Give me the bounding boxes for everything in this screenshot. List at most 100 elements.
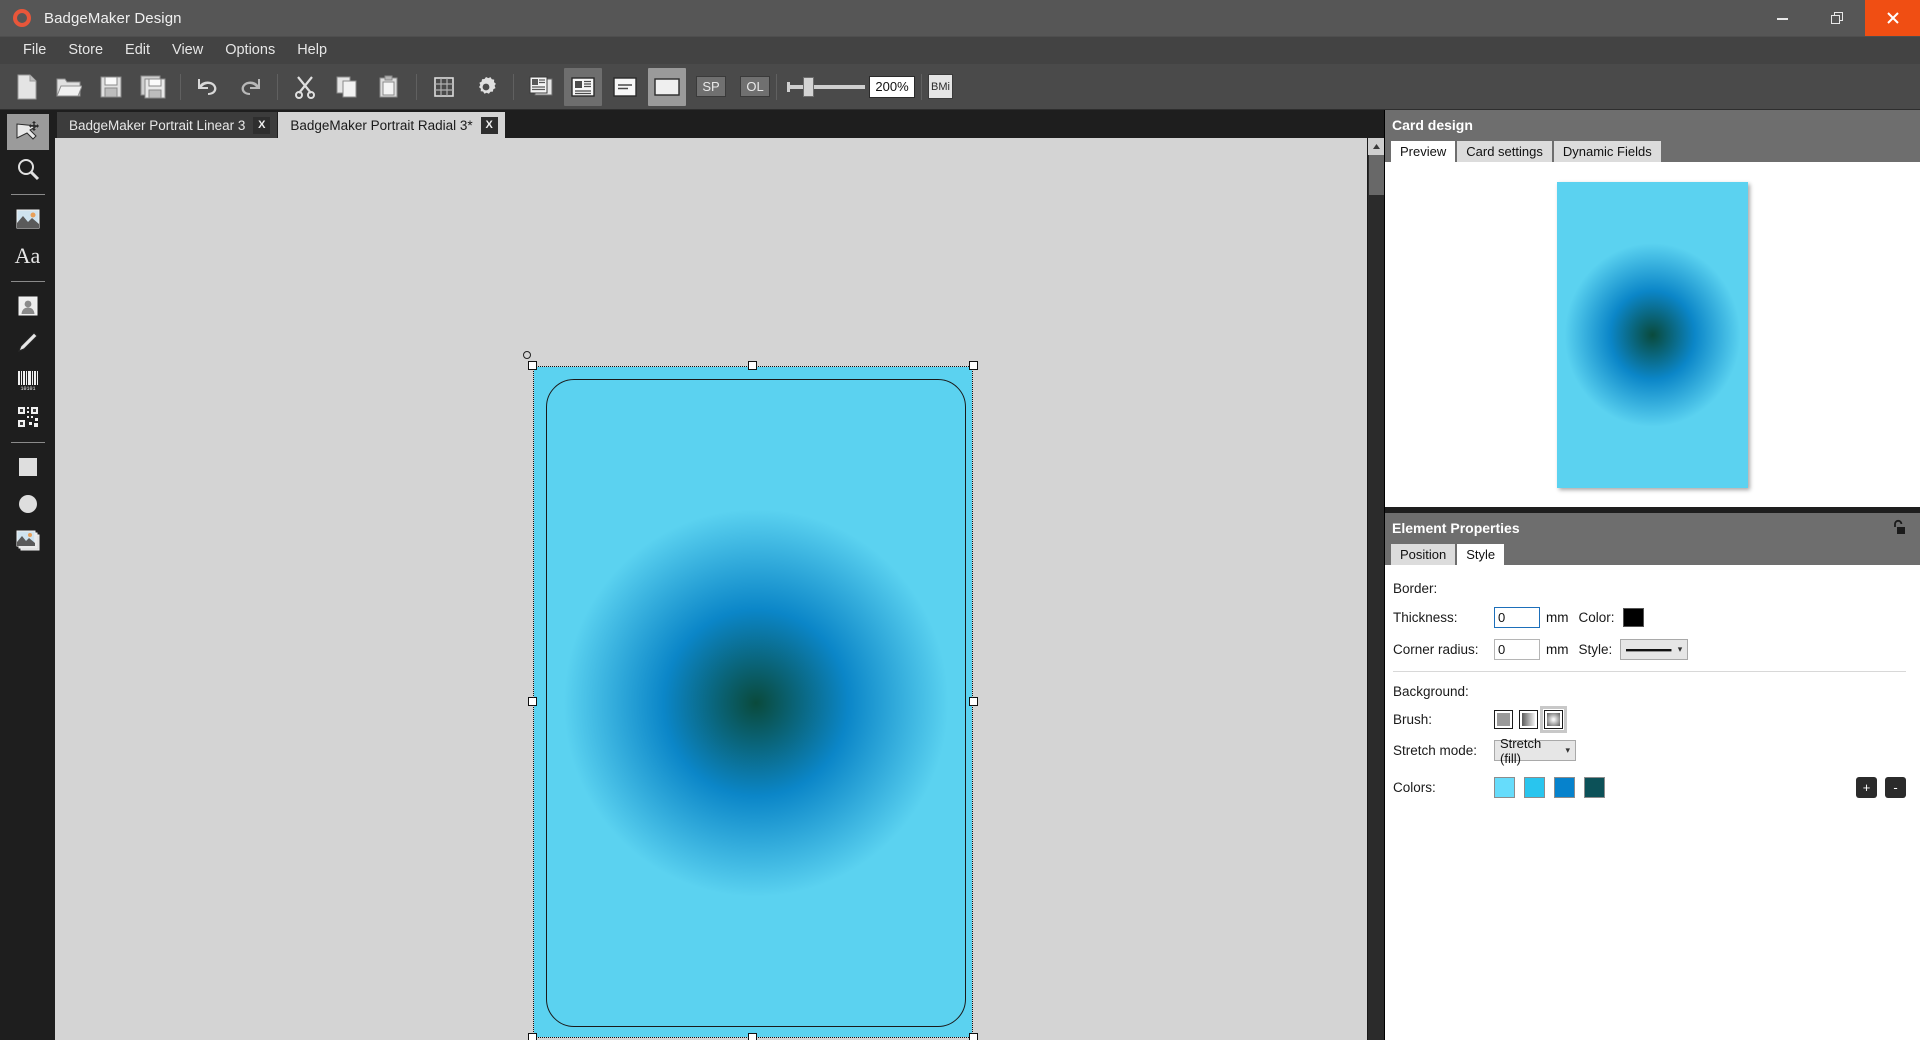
document-tab-linear[interactable]: BadgeMaker Portrait Linear 3 X (57, 112, 278, 138)
linear-gradient-brush-button[interactable] (1519, 710, 1538, 729)
redo-icon[interactable] (231, 68, 269, 106)
card-face[interactable] (546, 379, 966, 1027)
undo-icon[interactable] (189, 68, 227, 106)
color-swatch-4[interactable] (1584, 777, 1605, 798)
card-preview-thumbnail[interactable] (1557, 181, 1748, 488)
text-tool[interactable]: Aa (7, 238, 49, 274)
toolbar-separator (513, 73, 514, 100)
document-tab-radial[interactable]: BadgeMaker Portrait Radial 3* X (278, 112, 505, 138)
blank-card-icon[interactable] (648, 67, 686, 106)
paste-icon[interactable] (370, 68, 408, 106)
unlock-icon[interactable] (1890, 518, 1908, 539)
new-document-icon[interactable] (8, 68, 46, 106)
cut-scissors-icon[interactable] (286, 68, 324, 106)
brush-row: Brush: (1393, 706, 1920, 733)
tab-label: BadgeMaker Portrait Linear 3 (69, 117, 246, 133)
tab-close-icon[interactable]: X (480, 116, 498, 134)
select-move-tool[interactable] (6, 114, 49, 150)
thickness-input[interactable]: 0 (1494, 607, 1540, 628)
background-section-label: Background: (1393, 684, 1469, 699)
tool-rail-divider (10, 442, 45, 443)
line-style-label: Style: (1578, 642, 1613, 657)
sp-button[interactable]: SP (696, 76, 726, 97)
menu-item-store[interactable]: Store (57, 39, 114, 62)
front-back-icon[interactable] (522, 68, 560, 106)
resize-handle-nw[interactable] (528, 361, 537, 370)
solid-brush-icon (1497, 713, 1510, 726)
stretch-mode-row: Stretch mode: Stretch (fill) ▾ (1393, 736, 1920, 766)
tab-dynamic-fields[interactable]: Dynamic Fields (1553, 141, 1661, 162)
zoom-value-field[interactable]: 200% (869, 75, 915, 98)
menu-item-file[interactable]: File (12, 39, 57, 62)
save-all-icon[interactable] (134, 68, 172, 106)
toolbar-separator (180, 73, 181, 100)
color-swatch-1[interactable] (1494, 777, 1515, 798)
rectangle-tool[interactable] (7, 449, 49, 485)
restore-icon[interactable] (1810, 0, 1865, 36)
grid-icon[interactable] (425, 68, 463, 106)
resize-handle-se[interactable] (969, 1033, 978, 1040)
corner-radius-input[interactable]: 0 (1494, 639, 1540, 660)
add-color-button[interactable]: + (1856, 777, 1877, 798)
barcode-tool[interactable]: 10101 (7, 362, 49, 398)
resize-handle-n[interactable] (748, 361, 757, 370)
solid-line-icon (1626, 648, 1672, 651)
signature-tool[interactable] (7, 325, 49, 361)
close-icon[interactable] (1865, 0, 1920, 36)
line-style-select[interactable]: ▾ (1620, 639, 1689, 660)
thickness-unit: mm (1546, 610, 1569, 625)
resize-handle-w[interactable] (528, 697, 537, 706)
tab-preview[interactable]: Preview (1391, 141, 1456, 162)
menu-item-options[interactable]: Options (214, 39, 286, 62)
tab-style[interactable]: Style (1457, 544, 1505, 565)
rotate-handle[interactable] (523, 351, 531, 359)
design-canvas[interactable] (55, 138, 1367, 1040)
tab-close-icon[interactable]: X (253, 116, 271, 134)
menu-item-view[interactable]: View (161, 39, 214, 62)
resize-handle-ne[interactable] (969, 361, 978, 370)
copy-icon[interactable] (328, 68, 366, 106)
card-back-icon[interactable] (606, 68, 644, 106)
zoom-tool[interactable] (7, 151, 49, 187)
color-swatch-2[interactable] (1524, 777, 1545, 798)
stretch-mode-select[interactable]: Stretch (fill) ▾ (1494, 736, 1576, 766)
tab-position[interactable]: Position (1391, 544, 1456, 565)
save-icon[interactable] (92, 68, 130, 106)
tab-card-settings[interactable]: Card settings (1457, 141, 1552, 162)
radial-gradient-brush-button[interactable] (1540, 706, 1567, 733)
radial-gradient-brush-icon (1547, 713, 1560, 726)
zoom-slider[interactable] (787, 72, 865, 102)
minimize-icon[interactable] (1755, 0, 1810, 36)
resize-handle-sw[interactable] (528, 1033, 537, 1040)
stack-tool[interactable] (7, 523, 49, 559)
card-front-icon[interactable] (564, 67, 602, 106)
corner-radius-unit: mm (1546, 642, 1569, 657)
bmi-button[interactable]: BMi (928, 74, 953, 99)
vertical-scroll-thumb[interactable] (1368, 155, 1384, 195)
border-color-swatch[interactable] (1622, 608, 1644, 627)
toolbar-separator (921, 73, 922, 100)
corner-radius-row: Corner radius: 0 mm Style: ▾ (1393, 639, 1920, 660)
corner-radius-label: Corner radius: (1393, 642, 1479, 657)
menu-item-help[interactable]: Help (286, 39, 338, 62)
remove-color-button[interactable]: - (1885, 777, 1906, 798)
resize-handle-s[interactable] (748, 1033, 757, 1040)
thickness-row: Thickness: 0 mm Color: (1393, 607, 1920, 628)
ol-button[interactable]: OL (740, 76, 770, 97)
ellipse-tool[interactable] (7, 486, 49, 522)
image-tool[interactable] (7, 201, 49, 237)
open-folder-icon[interactable] (50, 68, 88, 106)
document-tabs: BadgeMaker Portrait Linear 3 X BadgeMake… (55, 110, 1384, 138)
color-swatch-3[interactable] (1554, 777, 1575, 798)
zoom-slider-track (787, 84, 865, 89)
zoom-slider-thumb[interactable] (803, 76, 814, 97)
solid-brush-button[interactable] (1494, 710, 1513, 729)
resize-handle-e[interactable] (969, 697, 978, 706)
canvas-vertical-scrollbar[interactable] (1367, 138, 1385, 1040)
menu-item-edit[interactable]: Edit (114, 39, 161, 62)
card-design-tabs: Preview Card settings Dynamic Fields (1385, 140, 1920, 162)
qrcode-tool[interactable] (7, 399, 49, 435)
photo-tool[interactable] (7, 288, 49, 324)
scroll-up-icon[interactable] (1367, 138, 1385, 155)
gear-icon[interactable] (467, 68, 505, 106)
